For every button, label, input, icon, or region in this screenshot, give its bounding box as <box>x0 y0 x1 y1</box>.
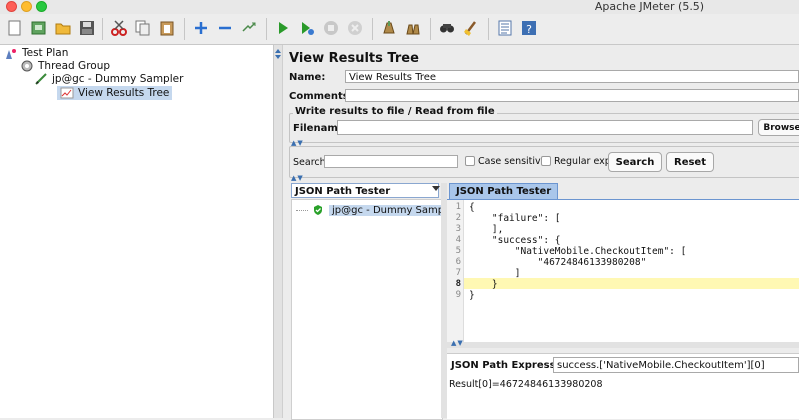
toolbar: ? <box>0 14 799 45</box>
save-icon[interactable] <box>76 17 98 39</box>
result-text: Result[0]=46724846133980208 <box>449 379 603 390</box>
filename-input[interactable] <box>337 120 753 135</box>
search-button[interactable]: Search <box>608 152 662 172</box>
line-number: 4 <box>455 235 461 245</box>
code-line: "failure": [ <box>469 213 561 224</box>
search-input[interactable] <box>324 155 458 168</box>
renderer-tabs: JSON Path Tester <box>447 183 799 200</box>
start-no-pause-icon[interactable] <box>296 17 318 39</box>
main-split-divider[interactable] <box>274 45 283 418</box>
reset-button[interactable]: Reset <box>666 152 714 172</box>
regex-checkbox[interactable] <box>541 156 551 166</box>
window-title: Apache JMeter (5.5) <box>594 0 705 13</box>
thread-group-icon <box>20 59 34 73</box>
templates-icon[interactable] <box>28 17 50 39</box>
open-icon[interactable] <box>52 17 74 39</box>
tree-item-test-plan[interactable]: Test Plan <box>4 46 68 60</box>
code-line: } <box>469 290 475 301</box>
expand-icon[interactable] <box>190 17 212 39</box>
test-plan-icon <box>4 46 18 60</box>
line-number: 8 <box>455 279 461 289</box>
line-number: 1 <box>455 202 461 212</box>
test-plan-tree: Test Plan Thread Group jp@gc - Dummy Sam… <box>0 45 274 418</box>
sampler-icon <box>34 72 48 86</box>
case-sensitive-checkbox[interactable] <box>465 156 475 166</box>
response-editor[interactable]: 1 {2 "failure": [ 3 ], 4 "success": { 5 "Nat… <box>447 200 799 342</box>
copy-icon[interactable] <box>132 17 154 39</box>
sample-result-item[interactable]: jp@gc - Dummy Sampler <box>296 203 461 217</box>
reset-search-icon[interactable] <box>460 17 482 39</box>
tree-item-view-results-tree[interactable]: View Results Tree <box>57 86 173 100</box>
listener-icon <box>60 86 74 100</box>
help-icon[interactable]: ? <box>518 17 540 39</box>
code-line: ] <box>469 268 521 279</box>
title-bar: Apache JMeter (5.5) <box>0 0 799 14</box>
paste-icon[interactable] <box>156 17 178 39</box>
code-line: { <box>469 202 475 213</box>
collapse-arrows-2[interactable]: ▲▼ <box>291 174 304 182</box>
clear-all-icon[interactable] <box>402 17 424 39</box>
view-results-tree-panel: View Results Tree Name: View Results Tre… <box>283 45 799 420</box>
search-icon[interactable] <box>436 17 458 39</box>
success-shield-icon <box>311 203 325 217</box>
browse-button[interactable]: Browse <box>758 119 799 136</box>
case-sensitive-label: Case sensitive <box>478 156 547 167</box>
line-number: 9 <box>455 290 461 300</box>
clear-icon[interactable] <box>378 17 400 39</box>
regex-label: Regular exp. <box>554 156 614 167</box>
code-line: "46724846133980208" <box>469 257 647 268</box>
expression-split-divider[interactable]: ▲▼ <box>447 339 799 348</box>
shutdown-icon[interactable] <box>344 17 366 39</box>
sample-results-list: jp@gc - Dummy Sampler <box>291 199 461 420</box>
renderer-select[interactable]: JSON Path Tester <box>291 183 440 198</box>
line-number: 5 <box>455 246 461 256</box>
function-helper-icon[interactable] <box>494 17 516 39</box>
tab-json-path-tester[interactable]: JSON Path Tester <box>449 183 559 199</box>
current-line-highlight <box>464 278 799 289</box>
cut-icon[interactable] <box>108 17 130 39</box>
comments-label: Comments: <box>289 91 353 102</box>
comments-input[interactable] <box>345 89 799 102</box>
code-line: } <box>469 279 498 290</box>
json-path-expression-panel: JSON Path Expression success.['NativeMob… <box>447 353 799 419</box>
code-line: "NativeMobile.CheckoutItem": [ <box>469 246 687 257</box>
new-icon[interactable] <box>4 17 26 39</box>
name-label: Name: <box>289 72 326 83</box>
file-group-title: Write results to file / Read from file <box>293 106 497 117</box>
chevron-down-icon <box>432 186 440 191</box>
line-number: 7 <box>455 268 461 278</box>
stop-icon[interactable] <box>320 17 342 39</box>
panel-title: View Results Tree <box>289 51 419 66</box>
line-number: 6 <box>455 257 461 267</box>
collapse-icon[interactable] <box>214 17 236 39</box>
svg-text:?: ? <box>526 23 532 36</box>
tree-item-dummy-sampler[interactable]: jp@gc - Dummy Sampler <box>34 72 183 86</box>
start-icon[interactable] <box>272 17 294 39</box>
name-input[interactable]: View Results Tree <box>345 70 799 83</box>
line-number: 2 <box>455 213 461 223</box>
code-line: "success": { <box>469 235 561 246</box>
line-number: 3 <box>455 224 461 234</box>
toggle-icon[interactable] <box>238 17 260 39</box>
tree-item-thread-group[interactable]: Thread Group <box>20 59 110 73</box>
json-path-expression-input[interactable]: success.['NativeMobile.CheckoutItem'][0] <box>553 357 799 373</box>
code-line: ], <box>469 224 504 235</box>
